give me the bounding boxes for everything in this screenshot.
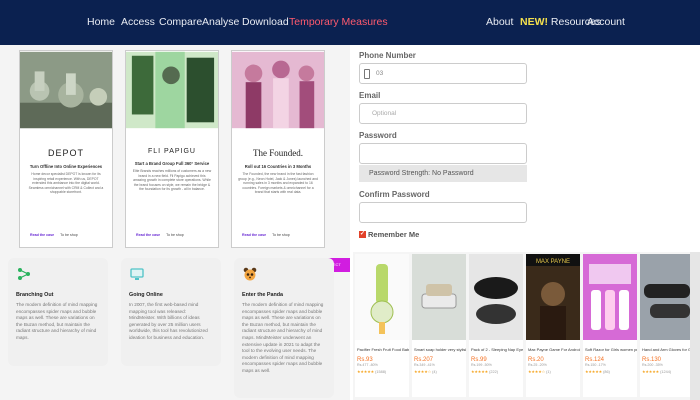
product-rating: ★★★★★ (1588) bbox=[357, 370, 387, 374]
product-old-price: Rs.477 -80% bbox=[357, 363, 378, 367]
phone-input[interactable]: 03 bbox=[359, 63, 527, 84]
product-title: Hand and Arm Gloves for Girls or Women (… bbox=[642, 347, 694, 352]
feature-title: Branching Out bbox=[16, 292, 54, 298]
the-founded-image bbox=[232, 51, 324, 129]
card-time: To be shop bbox=[272, 233, 290, 237]
password-input[interactable] bbox=[359, 143, 527, 164]
card-brand: DEPOT bbox=[47, 148, 84, 158]
feature-text: The modern definition of mind mapping en… bbox=[242, 302, 324, 373]
product-rating: ★★★★★ (1244) bbox=[642, 370, 672, 374]
case-card-fli-papigu[interactable]: FLI PAPIGU Start a Brand Group Full 360°… bbox=[125, 50, 219, 248]
new-badge: NEW! bbox=[520, 16, 548, 28]
product-card[interactable]: Pack of 2 - Sleeping Nap Eye Mask Eye Sh… bbox=[469, 254, 523, 397]
email-input[interactable]: Optional bbox=[359, 103, 527, 124]
soap-holder-image bbox=[412, 254, 466, 340]
card-brand: FLI PAPIGU bbox=[148, 148, 196, 155]
card-time: To be shop bbox=[60, 233, 78, 237]
depot-image bbox=[20, 51, 112, 129]
max-payne-game-image: MAX PAYNE bbox=[526, 254, 580, 340]
checkbox-checked-icon: ✓ bbox=[359, 231, 366, 238]
signup-form: Phone Number 03 Email Optional Password … bbox=[350, 45, 700, 250]
case-card-depot[interactable]: DEPOT Turn Offline Into Online Experienc… bbox=[19, 50, 113, 248]
email-placeholder: Optional bbox=[372, 110, 397, 117]
card-body: Home decor specialist DEPOT is known for… bbox=[28, 172, 104, 195]
phone-label: Phone Number bbox=[359, 51, 416, 60]
product-old-price: Rs.200 -35% bbox=[642, 363, 663, 367]
product-rating: ★★★★☆ (4) bbox=[414, 370, 437, 374]
fli-papigu-image bbox=[126, 51, 218, 129]
card-time: To be shop bbox=[166, 233, 184, 237]
branch-icon bbox=[16, 266, 32, 282]
nav-compare-link[interactable]: Compare bbox=[159, 16, 202, 28]
eye-mask-image bbox=[469, 254, 523, 340]
product-title: Pacifier Fresh Fruit Food Baby - Feeding… bbox=[357, 347, 409, 352]
read-more-link[interactable]: Read the case bbox=[242, 233, 266, 237]
case-card-the-founded[interactable]: The Founded. Roll out 16 Countries in 3 … bbox=[231, 50, 325, 248]
card-subtitle: Roll out 16 Countries in 3 Months bbox=[244, 164, 312, 169]
product-card[interactable]: MAX PAYNE Max Payne Game For Android Sma… bbox=[526, 254, 580, 397]
svg-text:MAX PAYNE: MAX PAYNE bbox=[536, 259, 570, 265]
product-card[interactable]: Hand and Arm Gloves for Girls or Women (… bbox=[640, 254, 694, 397]
remember-me-checkbox[interactable]: ✓ Remember Me bbox=[359, 230, 419, 239]
product-title: Max Payne Game For Android Smartphones -… bbox=[528, 347, 580, 352]
feature-title: Going Online bbox=[129, 292, 163, 298]
product-old-price: Rs.349 -41% bbox=[414, 363, 435, 367]
card-subtitle: Start a Brand Group Full 360° Service bbox=[134, 161, 210, 166]
remember-me-label: Remember Me bbox=[368, 230, 420, 239]
feature-text: In 2007, the first web-based mind mappin… bbox=[129, 302, 208, 340]
card-body: Elite Brands reaches millions of custome… bbox=[132, 169, 212, 192]
nav-temporary-measures-link[interactable]: Temporary Measures bbox=[289, 16, 388, 28]
product-card[interactable]: Pacifier Fresh Fruit Food Baby - Feeding… bbox=[355, 254, 409, 397]
product-rating: ★★★★★ (222) bbox=[471, 370, 498, 374]
product-old-price: Rs.199 -50% bbox=[471, 363, 492, 367]
read-more-link[interactable]: Read the case bbox=[30, 233, 54, 237]
product-rating: ★★★★★ (86) bbox=[585, 370, 610, 374]
password-label: Password bbox=[359, 131, 397, 140]
email-label: Email bbox=[359, 91, 381, 100]
confirm-password-label: Confirm Password bbox=[359, 190, 430, 199]
nav-about-link[interactable]: About bbox=[486, 16, 513, 28]
panda-icon bbox=[242, 266, 258, 282]
feature-going-online: Going Online In 2007, the first web-base… bbox=[121, 258, 221, 366]
feature-enter-the-panda: Enter the Panda The modern definition of… bbox=[234, 258, 334, 398]
phone-value: 03 bbox=[376, 70, 384, 77]
product-rating: ★★★★☆ (1) bbox=[528, 370, 551, 374]
password-strength-indicator: Password Strength: No Password bbox=[359, 165, 527, 182]
nav-analyse-link[interactable]: Analyse bbox=[202, 16, 239, 28]
product-card[interactable]: Soft Razor for Girls women private parts… bbox=[583, 254, 637, 397]
product-old-price: Rs.25 -20% bbox=[528, 363, 547, 367]
read-more-link[interactable]: Read the case bbox=[136, 233, 160, 237]
card-brand: The Founded. bbox=[253, 148, 303, 158]
feature-text: The modern definition of mind mapping en… bbox=[16, 302, 98, 340]
product-card[interactable]: Smart soap holder very stylish and high … bbox=[412, 254, 466, 397]
product-title: Pack of 2 - Sleeping Nap Eye Mask Eye Sh… bbox=[471, 347, 523, 352]
nav-download-link[interactable]: Download bbox=[242, 16, 289, 28]
baby-feeder-image bbox=[355, 254, 409, 340]
arm-gloves-image bbox=[640, 254, 694, 340]
top-nav-bar: Home Access Compare Analyse Download Tem… bbox=[0, 0, 700, 45]
monitor-icon bbox=[129, 266, 145, 282]
nav-access-link[interactable]: Access bbox=[121, 16, 155, 28]
nav-account-link[interactable]: Account bbox=[587, 16, 625, 28]
card-subtitle: Turn Offline Into Online Experiences bbox=[29, 164, 103, 169]
razor-pack-image bbox=[583, 254, 637, 340]
product-old-price: Rs.150 -17% bbox=[585, 363, 606, 367]
product-grid: Pacifier Fresh Fruit Food Baby - Feeding… bbox=[353, 252, 700, 400]
product-title: Smart soap holder very stylish and high … bbox=[414, 347, 466, 352]
feature-title: Enter the Panda bbox=[242, 292, 284, 298]
feature-branching-out: Branching Out The modern definition of m… bbox=[8, 258, 108, 366]
confirm-password-input[interactable] bbox=[359, 202, 527, 223]
phone-icon bbox=[364, 68, 370, 79]
card-body: The Founded, the new brand in the fast f… bbox=[238, 172, 318, 195]
product-title: Soft Razor for Girls women private parts… bbox=[585, 347, 637, 352]
scrollbar[interactable] bbox=[690, 252, 700, 400]
nav-home-link[interactable]: Home bbox=[87, 16, 115, 28]
